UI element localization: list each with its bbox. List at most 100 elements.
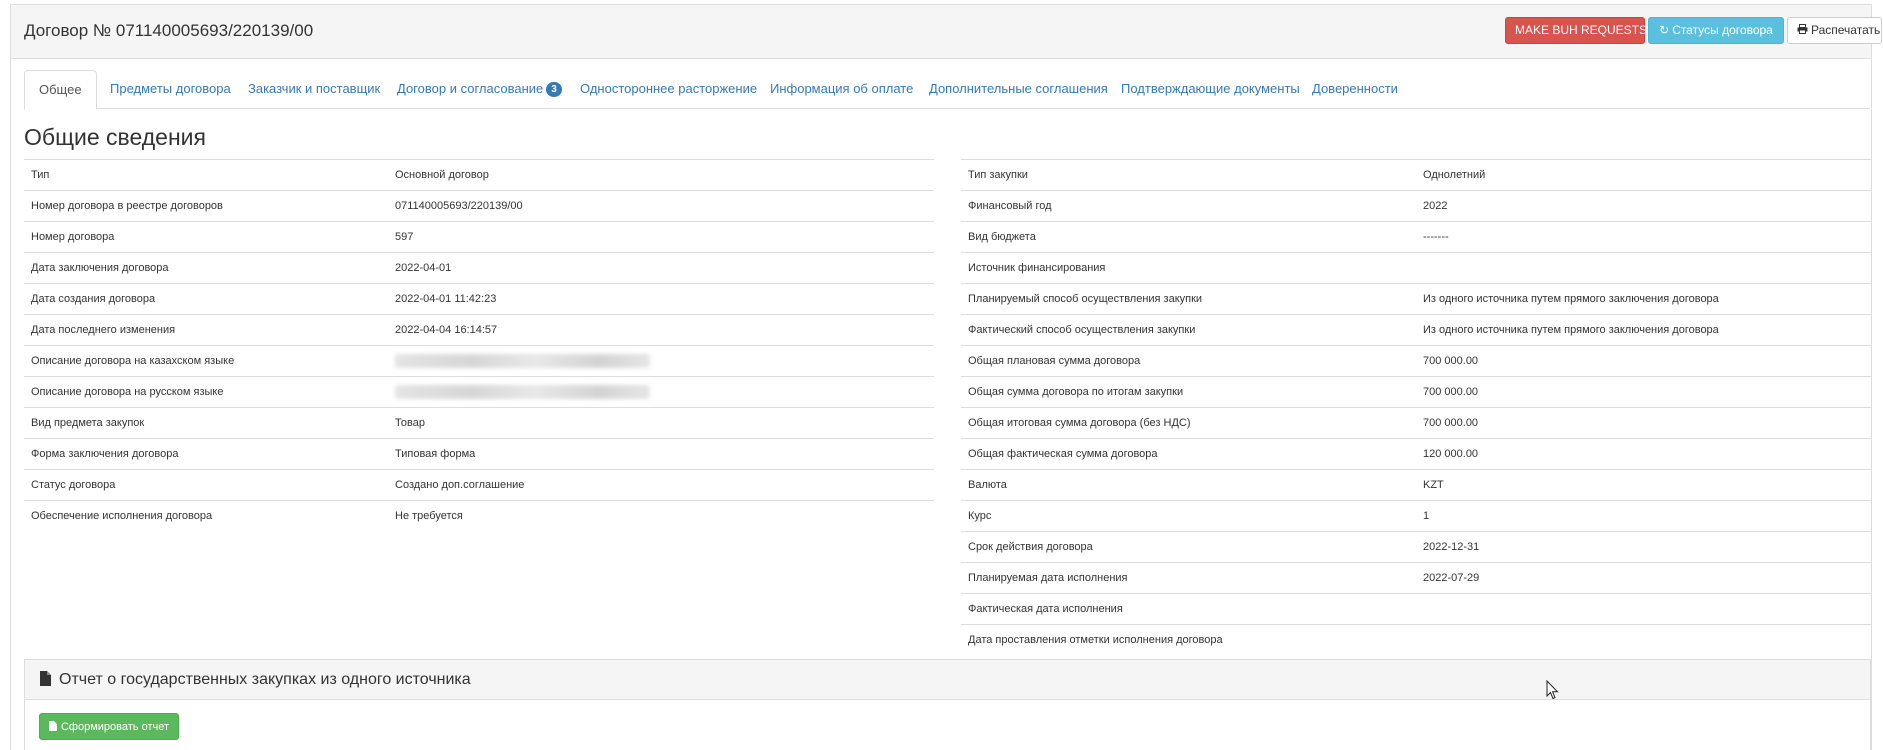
row-value: KZT: [1416, 469, 1871, 501]
row-label: Источник финансирования: [961, 252, 1416, 284]
table-row: Источник финансирования: [961, 252, 1871, 284]
row-label: Тип: [24, 159, 388, 191]
report-panel: Отчет о государственных закупках из одно…: [24, 659, 1871, 750]
row-value-blurred: [388, 345, 934, 377]
row-value: 2022-07-29: [1416, 562, 1871, 594]
row-label: Общая сумма договора по итогам закупки: [961, 376, 1416, 408]
table-row: Курс 1: [961, 500, 1871, 532]
table-row: Срок действия договора 2022-12-31: [961, 531, 1871, 563]
table-row: Номер договора 597: [24, 221, 934, 253]
row-label: Вид предмета закупок: [24, 407, 388, 439]
row-label: Описание договора на русском языке: [24, 376, 388, 408]
row-value: Из одного источника путем прямого заключ…: [1416, 314, 1871, 346]
tab-customer-supplier[interactable]: Заказчик и поставщик: [248, 70, 380, 109]
row-label: Обеспечение исполнения договора: [24, 500, 388, 532]
row-value: Типовая форма: [388, 438, 934, 470]
row-value: 700 000.00: [1416, 407, 1871, 439]
table-row: Общая фактическая сумма договора 120 000.…: [961, 438, 1871, 470]
table-row: Дата проставления отметки исполнения дог…: [961, 624, 1871, 656]
print-button[interactable]: Распечатать: [1787, 17, 1882, 44]
row-value: 071140005693/220139/00: [388, 190, 934, 222]
row-label: Дата последнего изменения: [24, 314, 388, 346]
row-value: Товар: [388, 407, 934, 439]
contract-header: Договор № 071140005693/220139/00 MAKE BU…: [11, 5, 1882, 59]
row-label: Вид бюджета: [961, 221, 1416, 253]
mouse-cursor-icon: [1546, 679, 1559, 700]
row-value: Создано доп.соглашение: [388, 469, 934, 501]
generate-report-button[interactable]: Сформировать отчет: [39, 713, 179, 740]
tab-additional-agreements[interactable]: Дополнительные соглашения: [929, 70, 1108, 109]
make-buh-requests-button[interactable]: MAKE BUH REQUESTS: [1505, 17, 1647, 44]
blurred-text: [395, 385, 650, 399]
tab-contract-items[interactable]: Предметы договора: [110, 70, 231, 109]
row-value: Из одного источника путем прямого заключ…: [1416, 283, 1871, 315]
row-label: Планируемый способ осуществления закупки: [961, 283, 1416, 315]
row-label: Курс: [961, 500, 1416, 532]
row-label: Дата заключения договора: [24, 252, 388, 284]
tab-supporting-documents[interactable]: Подтверждающие документы: [1121, 70, 1300, 109]
row-value: 120 000.00: [1416, 438, 1871, 470]
table-row: Фактическая дата исполнения: [961, 593, 1871, 625]
table-row: Дата создания договора 2022-04-01 11:42:2…: [24, 283, 934, 315]
tab-unilateral-termination[interactable]: Одностороннее расторжение: [580, 70, 757, 109]
row-label: Общая плановая сумма договора: [961, 345, 1416, 377]
row-label: Номер договора: [24, 221, 388, 253]
printer-icon: [1797, 18, 1808, 43]
report-title: Отчет о государственных закупках из одно…: [59, 671, 471, 688]
row-value: Основной договор: [388, 159, 934, 191]
row-value: Не требуется: [388, 500, 934, 532]
general-info-table-left: Тип Основной договор Номер договора в рее…: [24, 159, 934, 532]
table-row: Планируемая дата исполнения 2022-07-29: [961, 562, 1871, 594]
row-value: [1416, 252, 1871, 284]
row-value: 700 000.00: [1416, 345, 1871, 377]
table-row: Форма заключения договора Типовая форма: [24, 438, 934, 470]
table-row: Финансовый год 2022: [961, 190, 1871, 222]
table-row: Общая плановая сумма договора 700 000.00: [961, 345, 1871, 377]
table-row: Планируемый способ осуществления закупки…: [961, 283, 1871, 315]
table-row: Валюта KZT: [961, 469, 1871, 501]
row-label: Номер договора в реестре договоров: [24, 190, 388, 222]
row-label: Валюта: [961, 469, 1416, 501]
table-row: Описание договора на казахском языке: [24, 345, 934, 377]
table-row: Тип Основной договор: [24, 159, 934, 191]
general-info-table-right: Тип закупки Однолетний Финансовый год 2022…: [961, 159, 1871, 656]
row-value: 700 000.00: [1416, 376, 1871, 408]
page-title: Договор № 071140005693/220139/00: [24, 21, 314, 40]
contract-statuses-button[interactable]: ↻ Статусы договора: [1648, 17, 1784, 44]
row-label: Финансовый год: [961, 190, 1416, 222]
row-value: 597: [388, 221, 934, 253]
table-row: Дата последнего изменения 2022-04-04 16:1…: [24, 314, 934, 346]
table-row: Статус договора Создано доп.соглашение: [24, 469, 934, 501]
refresh-icon: ↻: [1659, 23, 1670, 37]
row-label: Общая фактическая сумма договора: [961, 438, 1416, 470]
tab-contract-approval-label: Договор и согласование: [397, 81, 544, 96]
row-value: 2022-04-04 16:14:57: [388, 314, 934, 346]
row-label: Описание договора на казахском языке: [24, 345, 388, 377]
row-value: 1: [1416, 500, 1871, 532]
tab-general[interactable]: Общее: [24, 70, 97, 110]
table-row: Общая итоговая сумма договора (без НДС) 7…: [961, 407, 1871, 439]
row-label: Тип закупки: [961, 159, 1416, 191]
row-value: -------: [1416, 221, 1871, 253]
contract-statuses-label: Статусы договора: [1672, 23, 1773, 37]
file-icon: [48, 716, 57, 741]
row-value: 2022: [1416, 190, 1871, 222]
row-value-blurred: [388, 376, 934, 408]
tab-payment-info[interactable]: Информация об оплате: [770, 70, 913, 109]
file-icon: [40, 671, 51, 686]
row-label: Форма заключения договора: [24, 438, 388, 470]
row-label: Общая итоговая сумма договора (без НДС): [961, 407, 1416, 439]
count-badge: 3: [546, 82, 562, 98]
row-value: 2022-04-01: [388, 252, 934, 284]
table-row: Общая сумма договора по итогам закупки 70…: [961, 376, 1871, 408]
table-row: Дата заключения договора 2022-04-01: [24, 252, 934, 284]
tab-contract-approval[interactable]: Договор и согласование 3: [397, 70, 562, 109]
print-label: Распечатать: [1811, 23, 1881, 37]
row-label: Статус договора: [24, 469, 388, 501]
tab-powers-of-attorney[interactable]: Доверенности: [1312, 70, 1398, 109]
row-label: Дата проставления отметки исполнения дог…: [961, 624, 1416, 656]
blurred-text: [395, 354, 650, 368]
table-row: Вид бюджета -------: [961, 221, 1871, 253]
generate-report-label: Сформировать отчет: [60, 721, 170, 733]
table-row: Тип закупки Однолетний: [961, 159, 1871, 191]
